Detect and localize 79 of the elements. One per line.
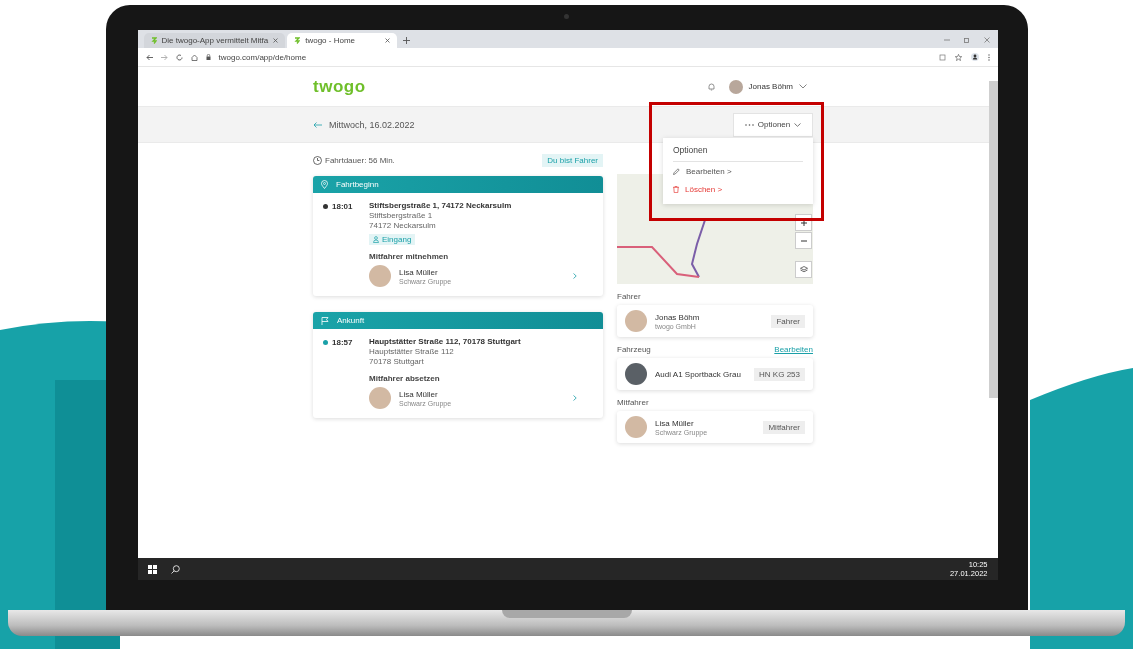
star-icon[interactable]	[954, 53, 962, 61]
back-arrow-icon[interactable]	[313, 121, 322, 128]
close-icon[interactable]	[983, 37, 990, 43]
avatar-placeholder	[728, 79, 743, 94]
city: 70178 Stuttgart	[369, 357, 424, 367]
logo-icon	[150, 37, 157, 44]
card-title: Ankunft	[337, 316, 365, 325]
browser-tab[interactable]: twogo - Home	[287, 33, 398, 48]
bell-icon[interactable]	[707, 82, 715, 91]
layers-icon	[799, 266, 808, 273]
chevron-down-icon	[794, 122, 802, 127]
location-pin-icon	[321, 180, 328, 189]
profile-icon[interactable]	[970, 53, 979, 61]
entrance-tag: Eingang	[369, 234, 416, 245]
flag-icon	[321, 316, 329, 325]
passenger-name: Lisa Müller	[655, 418, 695, 428]
car-photo-placeholder	[625, 363, 647, 385]
trash-icon	[673, 186, 679, 193]
layers-button[interactable]	[795, 261, 812, 278]
avatar-placeholder	[369, 387, 391, 409]
street: Stiftsbergstraße 1	[369, 211, 433, 221]
dots-icon	[744, 123, 754, 126]
windows-start-icon[interactable]	[147, 564, 157, 574]
avatar-placeholder	[625, 416, 647, 438]
close-icon[interactable]	[273, 38, 279, 43]
logo-icon	[294, 37, 301, 44]
forward-icon[interactable]	[160, 53, 168, 61]
chevron-right-icon	[573, 273, 577, 279]
section-heading: Mitfahrer	[617, 398, 649, 407]
trip-duration: Fahrtdauer: 56 Min.	[325, 155, 396, 165]
role-badge: Du bist Fahrer	[542, 153, 603, 167]
camera-icon	[563, 14, 569, 19]
browser-tab[interactable]: Die twogo-App vermittelt Mitfa	[143, 33, 286, 48]
minus-icon	[800, 237, 807, 244]
zoom-out-button[interactable]	[795, 232, 812, 249]
avatar-placeholder	[369, 265, 391, 287]
address-bar[interactable]: twogo.com/app/de/home	[218, 52, 307, 62]
passenger-action: Mitfahrer absetzen	[369, 374, 440, 383]
person-icon	[373, 236, 379, 243]
home-icon[interactable]	[190, 53, 198, 61]
clock-icon	[313, 155, 322, 165]
license-plate: HN KG 253	[754, 367, 805, 381]
chevron-right-icon	[573, 395, 577, 401]
menu-icon[interactable]	[987, 53, 990, 61]
user-name[interactable]: Jonas Böhm	[748, 82, 793, 91]
city: 74172 Neckarsulm	[369, 221, 436, 231]
back-icon[interactable]	[145, 53, 153, 61]
share-icon[interactable]	[938, 53, 946, 61]
passenger-action: Mitfahrer mitnehmen	[369, 252, 449, 261]
scrollbar[interactable]	[988, 81, 998, 398]
stop-time: 18:01	[332, 201, 353, 211]
options-button[interactable]: Optionen	[733, 112, 813, 137]
date-title: Mittwoch, 16.02.2022	[329, 119, 416, 130]
search-icon[interactable]	[170, 564, 180, 574]
menu-title: Optionen	[673, 138, 803, 162]
role-badge: Fahrer	[771, 314, 805, 328]
vehicle-model: Audi A1 Sportback Grau	[655, 369, 742, 379]
plus-icon	[800, 219, 807, 226]
restore-icon[interactable]	[963, 37, 970, 43]
stop-address: Hauptstätter Straße 112, 70178 Stuttgart	[369, 337, 521, 346]
menu-item[interactable]: Bearbeiten >	[673, 162, 803, 180]
reload-icon[interactable]	[175, 53, 183, 61]
chevron-down-icon[interactable]	[799, 84, 807, 89]
card-title: Fahrtbeginn	[336, 180, 379, 189]
passenger-name: Lisa Müller	[399, 267, 439, 277]
section-heading: Fahrer	[617, 292, 641, 301]
passenger-name: Lisa Müller	[399, 389, 439, 399]
close-icon[interactable]	[385, 38, 391, 43]
driver-name: Jonas Böhm	[655, 312, 701, 322]
menu-item[interactable]: Löschen >	[673, 180, 803, 198]
lock-icon	[205, 54, 211, 60]
stop-time: 18:57	[332, 337, 353, 347]
section-heading: Fahrzeug	[617, 345, 651, 354]
avatar-placeholder	[625, 310, 647, 332]
new-tab-icon[interactable]	[403, 37, 411, 44]
role-badge: Mitfahrer	[763, 420, 805, 434]
stop-address: Stiftsbergstraße 1, 74172 Neckarsulm	[369, 201, 512, 210]
street: Hauptstätter Straße 112	[369, 347, 454, 357]
pencil-icon	[673, 168, 680, 175]
